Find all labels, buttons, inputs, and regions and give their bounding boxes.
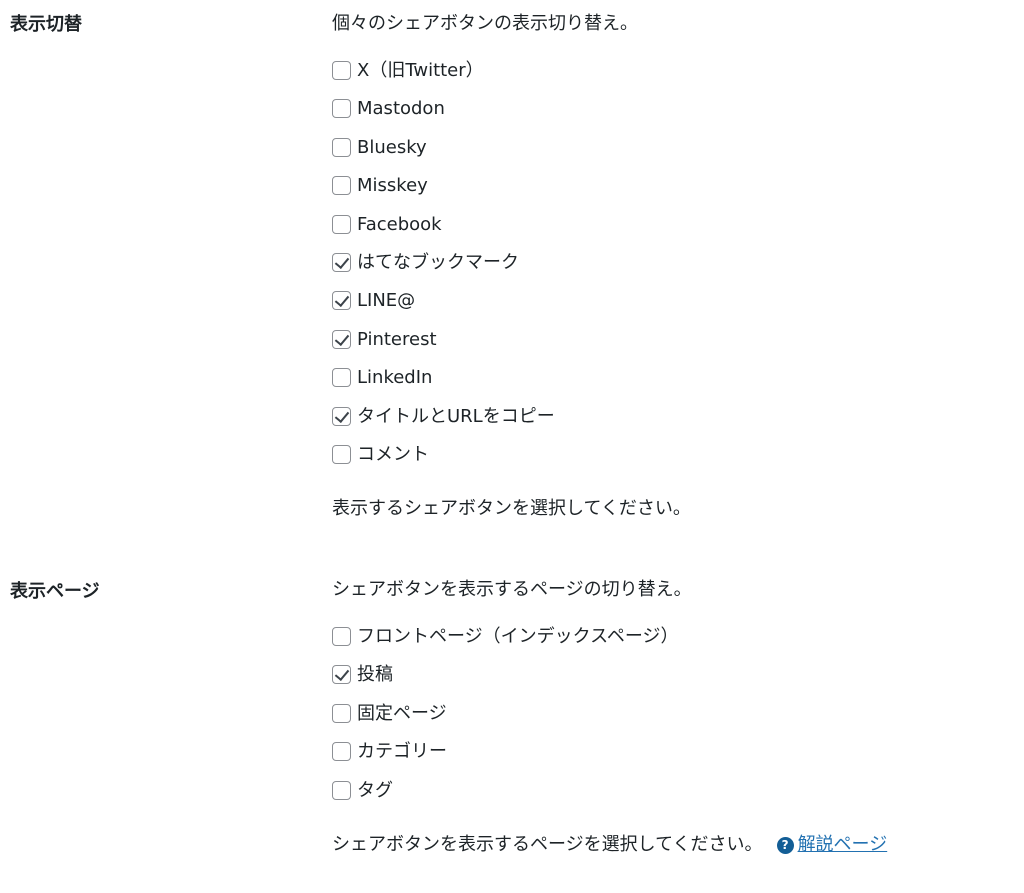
checkbox-copy-title-url[interactable]: [332, 406, 351, 426]
question-circle-icon: ?: [776, 836, 794, 854]
option-label: 投稿: [357, 664, 393, 686]
option-label: コメント: [357, 443, 429, 465]
checkbox-post[interactable]: [332, 665, 351, 685]
option-x[interactable]: X（旧Twitter）: [332, 60, 1012, 98]
checkbox-front-page[interactable]: [332, 627, 351, 646]
check-icon: [334, 253, 350, 270]
checkbox-misskey[interactable]: [332, 176, 351, 196]
option-label: X（旧Twitter）: [357, 60, 484, 81]
option-label: Misskey: [357, 175, 428, 197]
option-tag[interactable]: タグ: [332, 780, 1012, 818]
checkbox-linkedin[interactable]: [332, 368, 351, 388]
option-category[interactable]: カテゴリー: [332, 741, 1012, 779]
option-static-page[interactable]: 固定ページ: [332, 703, 1012, 741]
option-label: はてなブックマーク: [357, 251, 519, 273]
option-label: LINE@: [357, 290, 416, 312]
option-hatena[interactable]: はてなブックマーク: [332, 252, 1012, 290]
option-label: Facebook: [357, 213, 442, 235]
checkbox-hatena[interactable]: [332, 252, 351, 272]
display-pages-help: シェアボタンを表示するページを選択してください。? 解説ページ: [332, 832, 1012, 858]
display-toggle-description: 個々のシェアボタンの表示切り替え。: [332, 13, 638, 34]
option-label: フロントページ（インデックスページ）: [357, 626, 679, 647]
option-label: LinkedIn: [357, 367, 433, 389]
check-icon: [334, 407, 350, 423]
checkbox-x[interactable]: [332, 61, 351, 80]
check-icon: [334, 330, 350, 346]
checkbox-tag[interactable]: [332, 780, 351, 800]
option-facebook[interactable]: Facebook: [332, 214, 1012, 252]
display-toggle-content: 個々のシェアボタンの表示切り替え。 X（旧Twitter） Mastodon B…: [332, 11, 1012, 522]
checkbox-facebook[interactable]: [332, 214, 351, 234]
option-label: Mastodon: [357, 98, 445, 120]
checkbox-pinterest[interactable]: [332, 329, 351, 349]
option-bluesky[interactable]: Bluesky: [332, 137, 1012, 175]
display-toggle-label: 表示切替: [10, 14, 82, 35]
option-comment[interactable]: コメント: [332, 444, 1012, 482]
option-linkedin[interactable]: LinkedIn: [332, 367, 1012, 405]
option-label: 固定ページ: [357, 702, 447, 724]
display-pages-label: 表示ページ: [10, 581, 100, 602]
share-button-options: X（旧Twitter） Mastodon Bluesky Misskey Fac…: [332, 60, 1012, 482]
option-pinterest[interactable]: Pinterest: [332, 329, 1012, 367]
option-line[interactable]: LINE@: [332, 290, 1012, 328]
option-copy-title-url[interactable]: タイトルとURLをコピー: [332, 406, 1012, 444]
option-label: タグ: [357, 779, 393, 801]
page-options: フロントページ（インデックスページ） 投稿 固定ページ カテゴリー タグ: [332, 626, 1012, 818]
checkbox-bluesky[interactable]: [332, 137, 351, 157]
checkbox-comment[interactable]: [332, 444, 351, 464]
checkbox-mastodon[interactable]: [332, 99, 351, 119]
option-front-page[interactable]: フロントページ（インデックスページ）: [332, 626, 1012, 664]
checkbox-category[interactable]: [332, 742, 351, 762]
option-label: カテゴリー: [357, 741, 447, 763]
option-misskey[interactable]: Misskey: [332, 175, 1012, 213]
display-toggle-help: 表示するシェアボタンを選択してください。: [332, 498, 691, 520]
check-icon: [334, 292, 350, 308]
option-label: Bluesky: [357, 136, 427, 158]
option-post[interactable]: 投稿: [332, 664, 1012, 702]
checkbox-line[interactable]: [332, 291, 351, 311]
check-icon: [334, 666, 350, 682]
option-label: Pinterest: [357, 328, 437, 350]
option-mastodon[interactable]: Mastodon: [332, 98, 1012, 136]
display-pages-help-text: シェアボタンを表示するページを選択してください。: [332, 833, 763, 855]
display-pages-description: シェアボタンを表示するページの切り替え。: [332, 579, 692, 600]
checkbox-static-page[interactable]: [332, 703, 351, 723]
option-label: タイトルとURLをコピー: [357, 405, 555, 427]
display-pages-content: シェアボタンを表示するページの切り替え。 フロントページ（インデックスページ） …: [332, 577, 1012, 858]
help-page-link[interactable]: 解説ページ: [798, 834, 888, 855]
